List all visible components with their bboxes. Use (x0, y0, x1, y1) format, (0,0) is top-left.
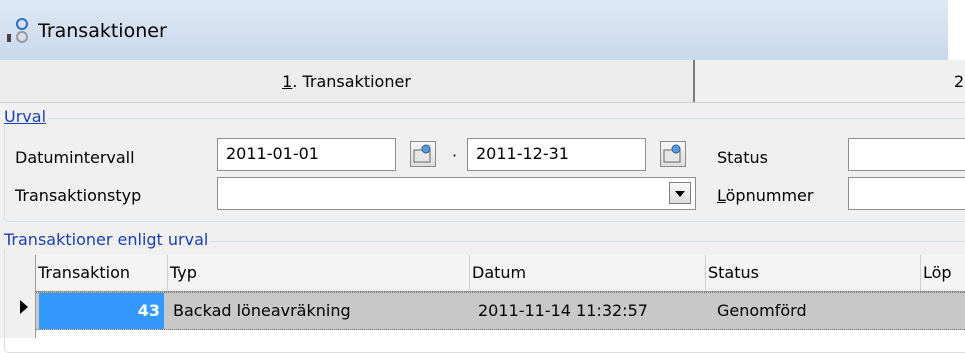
calendar-icon (663, 144, 681, 163)
column-header-transaktion[interactable]: Transaktion (36, 255, 168, 291)
table-row[interactable]: 43 Backad löneavräkning 2011-11-14 11:32… (36, 292, 965, 330)
cell-transaktion[interactable]: 43 (39, 293, 164, 329)
results-grid[interactable]: Transaktion Typ Datum Status Löp 43 Back… (12, 255, 965, 338)
date-range-label: Datumintervall (15, 148, 135, 167)
app-icon (6, 16, 32, 46)
date-from-field[interactable]: 2011-01-01 (217, 138, 396, 171)
cell-datum[interactable]: 2011-11-14 11:32:57 (478, 293, 708, 329)
date-separator: · (452, 146, 458, 165)
grid-header: Transaktion Typ Datum Status Löp (36, 255, 965, 292)
filter-group-title: Urval (2, 107, 49, 126)
transaction-type-combo[interactable] (217, 177, 696, 210)
cell-typ[interactable]: Backad löneavräkning (173, 293, 469, 329)
status-label: Status (717, 148, 768, 167)
titlebar-edge (948, 0, 965, 60)
serial-number-label: Löpnummer (717, 186, 814, 205)
tab-transaktioner[interactable]: 1. Transaktioner (0, 60, 695, 102)
tab-strip: 1. Transaktioner 2 (0, 60, 965, 103)
tab-2[interactable]: 2 (954, 72, 964, 91)
chevron-down-icon (675, 191, 685, 197)
results-group-title: Transaktioner enligt urval (2, 230, 211, 249)
cell-status[interactable]: Genomförd (717, 293, 917, 329)
date-to-calendar-button[interactable] (660, 141, 686, 167)
column-header-typ[interactable]: Typ (168, 255, 470, 291)
date-from-calendar-button[interactable] (410, 141, 436, 167)
cell-lop[interactable] (929, 293, 965, 329)
column-header-lop[interactable]: Löp (921, 255, 965, 291)
calendar-icon (413, 144, 431, 163)
title-bar: Transaktioner (0, 0, 965, 61)
status-field[interactable] (848, 138, 965, 171)
tab-label: 1. Transaktioner (282, 72, 411, 91)
transaction-type-label: Transaktionstyp (15, 186, 142, 205)
current-row-arrow-icon (20, 300, 28, 314)
serial-number-field[interactable] (848, 177, 965, 210)
combo-dropdown-button[interactable] (669, 182, 691, 204)
column-header-datum[interactable]: Datum (470, 255, 706, 291)
row-indicator-column (12, 255, 36, 338)
date-to-field[interactable]: 2011-12-31 (467, 138, 646, 171)
column-header-status[interactable]: Status (706, 255, 921, 291)
window-title: Transaktioner (38, 20, 167, 42)
